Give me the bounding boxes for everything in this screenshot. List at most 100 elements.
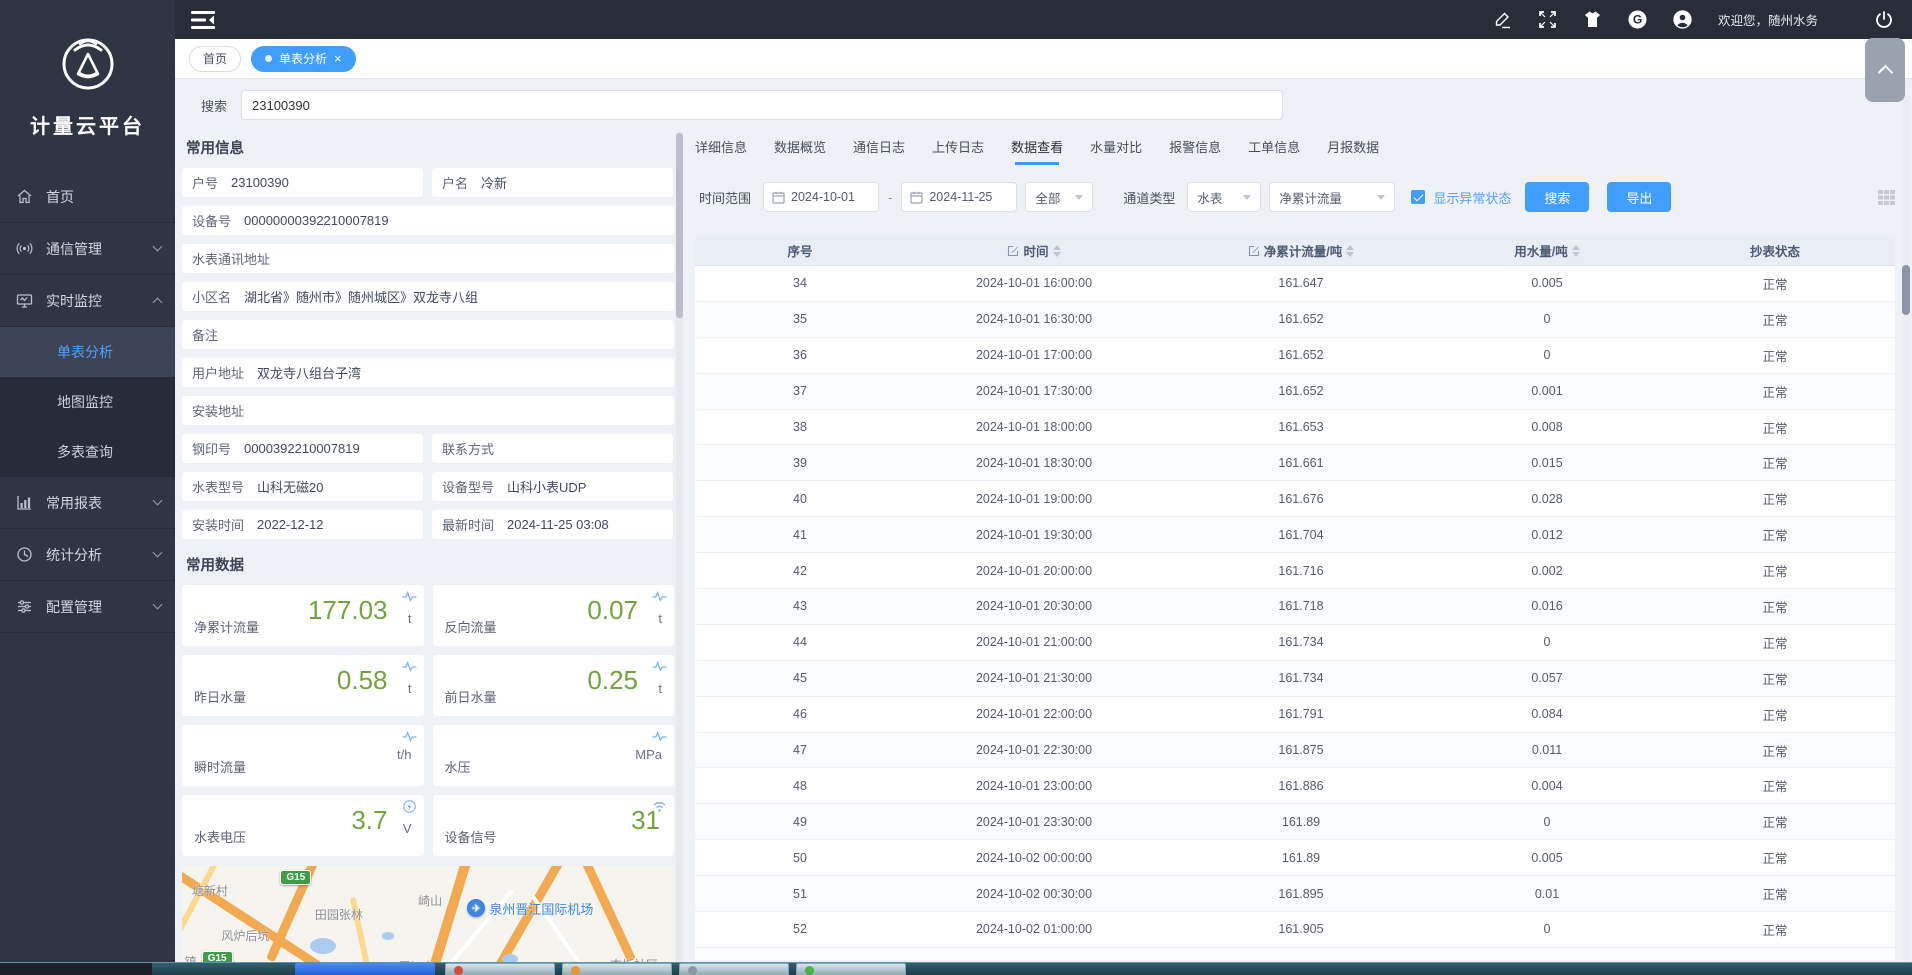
export-button[interactable]: 导出 bbox=[1607, 182, 1671, 212]
search-button[interactable]: 搜索 bbox=[1525, 182, 1589, 212]
table-row[interactable]: 442024-10-01 21:00:00161.7340正常 bbox=[695, 625, 1895, 661]
tab-通信日志[interactable]: 通信日志 bbox=[853, 137, 905, 165]
scroll-top-button[interactable] bbox=[1865, 38, 1905, 102]
table-row[interactable]: 372024-10-01 17:30:00161.6520.001正常 bbox=[695, 374, 1895, 410]
tag-chip-1[interactable]: 单表分析× bbox=[251, 46, 356, 72]
collapse-menu-icon[interactable] bbox=[191, 11, 215, 29]
table-cell: 161.791 bbox=[1163, 697, 1439, 732]
edit-column-icon[interactable] bbox=[1248, 245, 1260, 257]
table-header-cell-1[interactable]: 时间 bbox=[905, 236, 1163, 265]
sort-asc-icon[interactable] bbox=[1572, 245, 1580, 250]
table-cell: 0 bbox=[1439, 302, 1655, 337]
column-settings-icon[interactable] bbox=[1878, 190, 1895, 205]
table-row[interactable]: 522024-10-02 01:00:00161.9050正常 bbox=[695, 912, 1895, 948]
abnormal-label[interactable]: 显示异常状态 bbox=[1433, 188, 1511, 207]
table-row[interactable]: 342024-10-01 16:00:00161.6470.005正常 bbox=[695, 266, 1895, 302]
table-row[interactable]: 352024-10-01 16:30:00161.6520正常 bbox=[695, 302, 1895, 338]
search-input[interactable] bbox=[241, 90, 1283, 120]
sort-desc-icon[interactable] bbox=[1346, 252, 1354, 257]
sort-icons[interactable] bbox=[1053, 245, 1061, 257]
sort-icons[interactable] bbox=[1572, 245, 1580, 257]
sort-asc-icon[interactable] bbox=[1346, 245, 1354, 250]
tab-数据查看[interactable]: 数据查看 bbox=[1011, 137, 1063, 165]
table-row[interactable]: 362024-10-01 17:00:00161.6520正常 bbox=[695, 338, 1895, 374]
table-header-cell-2[interactable]: 净累计流量/吨 bbox=[1163, 236, 1439, 265]
taskbar-start-area[interactable] bbox=[0, 963, 152, 975]
sidebar-subitem-2[interactable]: 多表查询 bbox=[0, 427, 175, 477]
close-icon[interactable]: × bbox=[334, 52, 342, 65]
table-row[interactable]: 392024-10-01 18:30:00161.6610.015正常 bbox=[695, 445, 1895, 481]
chevron-up-icon bbox=[1877, 64, 1893, 80]
stat-value: 177.03 bbox=[308, 595, 388, 626]
taskbar-app-active[interactable] bbox=[295, 963, 435, 975]
tab-详细信息[interactable]: 详细信息 bbox=[695, 137, 747, 165]
table-row[interactable]: 532024-10-02 01:30:00161.9050正常 bbox=[695, 948, 1895, 960]
map-airport-marker[interactable]: ✈ 泉州晋江国际机场 bbox=[467, 899, 593, 918]
table-row[interactable]: 452024-10-01 21:30:00161.7340.057正常 bbox=[695, 661, 1895, 697]
table-row[interactable]: 502024-10-02 00:00:00161.890.005正常 bbox=[695, 840, 1895, 876]
home-icon bbox=[16, 188, 33, 205]
page-scrollbar[interactable] bbox=[1902, 80, 1910, 961]
taskbar-app-button[interactable] bbox=[562, 963, 672, 975]
table-row[interactable]: 422024-10-01 20:00:00161.7160.002正常 bbox=[695, 553, 1895, 589]
table-cell: 161.89 bbox=[1163, 804, 1439, 839]
tab-水量对比[interactable]: 水量对比 bbox=[1090, 137, 1142, 165]
tab-工单信息[interactable]: 工单信息 bbox=[1248, 137, 1300, 165]
stat-label: 设备信号 bbox=[445, 827, 497, 846]
data-table: 序号时间净累计流量/吨用水量/吨抄表状态 342024-10-01 16:00:… bbox=[695, 236, 1895, 960]
table-cell: 161.652 bbox=[1163, 302, 1439, 337]
map-preview[interactable]: ✈ 泉州晋江国际机场 塘新村田园张林崎山风炉后坑镇晋江市后林杏坂社区袁村G15G… bbox=[182, 866, 674, 962]
granularity-select[interactable]: 全部 bbox=[1025, 182, 1093, 212]
sort-desc-icon[interactable] bbox=[1572, 252, 1580, 257]
sidebar-item-0[interactable]: 首页 bbox=[0, 171, 175, 223]
scrollbar-thumb[interactable] bbox=[676, 133, 683, 318]
theme-icon[interactable] bbox=[1583, 10, 1602, 29]
table-row[interactable]: 482024-10-01 23:00:00161.8860.004正常 bbox=[695, 768, 1895, 804]
fullscreen-icon[interactable] bbox=[1538, 10, 1557, 29]
abnormal-checkbox[interactable] bbox=[1411, 190, 1425, 204]
tag-chip-0[interactable]: 首页 bbox=[189, 46, 241, 72]
table-row[interactable]: 432024-10-01 20:30:00161.7180.016正常 bbox=[695, 589, 1895, 625]
sidebar-subitem-1[interactable]: 地图监控 bbox=[0, 377, 175, 427]
sort-asc-icon[interactable] bbox=[1053, 245, 1061, 250]
left-panel-scrollbar[interactable] bbox=[676, 131, 683, 962]
table-cell: 正常 bbox=[1655, 589, 1895, 624]
sidebar-item-3[interactable]: 常用报表 bbox=[0, 477, 175, 529]
edit-icon[interactable] bbox=[1493, 10, 1512, 29]
taskbar-app-button[interactable] bbox=[445, 963, 555, 975]
metric-select[interactable]: 净累计流量 bbox=[1269, 182, 1395, 212]
tab-数据概览[interactable]: 数据概览 bbox=[774, 137, 826, 165]
table-row[interactable]: 492024-10-01 23:30:00161.890正常 bbox=[695, 804, 1895, 840]
sidebar-item-5[interactable]: 配置管理 bbox=[0, 581, 175, 633]
power-icon[interactable] bbox=[1874, 10, 1894, 30]
sort-desc-icon[interactable] bbox=[1053, 252, 1061, 257]
tab-月报数据[interactable]: 月报数据 bbox=[1327, 137, 1379, 165]
stat-unit: t bbox=[658, 611, 662, 626]
info-field-3: 水表通讯地址 bbox=[182, 244, 674, 273]
tab-报警信息[interactable]: 报警信息 bbox=[1169, 137, 1221, 165]
avatar-icon[interactable] bbox=[1673, 10, 1692, 29]
table-cell: 2024-10-02 01:30:00 bbox=[905, 948, 1163, 960]
sidebar-item-4[interactable]: 统计分析 bbox=[0, 529, 175, 581]
sort-icons[interactable] bbox=[1346, 245, 1354, 257]
taskbar-app-button[interactable] bbox=[679, 963, 789, 975]
table-row[interactable]: 472024-10-01 22:30:00161.8750.011正常 bbox=[695, 733, 1895, 769]
sidebar-item-1[interactable]: 通信管理 bbox=[0, 223, 175, 275]
date-to-input[interactable]: 2024-11-25 bbox=[901, 182, 1017, 212]
table-row[interactable]: 382024-10-01 18:00:00161.6530.008正常 bbox=[695, 410, 1895, 446]
channel-select[interactable]: 水表 bbox=[1187, 182, 1261, 212]
scrollbar-thumb[interactable] bbox=[1902, 265, 1910, 315]
sidebar-subitem-0[interactable]: 单表分析 bbox=[0, 327, 175, 377]
sidebar-item-2[interactable]: 实时监控 bbox=[0, 275, 175, 327]
table-row[interactable]: 402024-10-01 19:00:00161.6760.028正常 bbox=[695, 481, 1895, 517]
table-row[interactable]: 412024-10-01 19:30:00161.7040.012正常 bbox=[695, 517, 1895, 553]
table-row[interactable]: 512024-10-02 00:30:00161.8950.01正常 bbox=[695, 876, 1895, 912]
monitor-icon bbox=[16, 292, 33, 309]
google-icon[interactable]: G bbox=[1628, 10, 1647, 29]
table-header-cell-3[interactable]: 用水量/吨 bbox=[1439, 236, 1655, 265]
date-from-input[interactable]: 2024-10-01 bbox=[763, 182, 879, 212]
taskbar-app-button[interactable] bbox=[796, 963, 906, 975]
edit-column-icon[interactable] bbox=[1007, 245, 1019, 257]
table-row[interactable]: 462024-10-01 22:00:00161.7910.084正常 bbox=[695, 697, 1895, 733]
tab-上传日志[interactable]: 上传日志 bbox=[932, 137, 984, 165]
